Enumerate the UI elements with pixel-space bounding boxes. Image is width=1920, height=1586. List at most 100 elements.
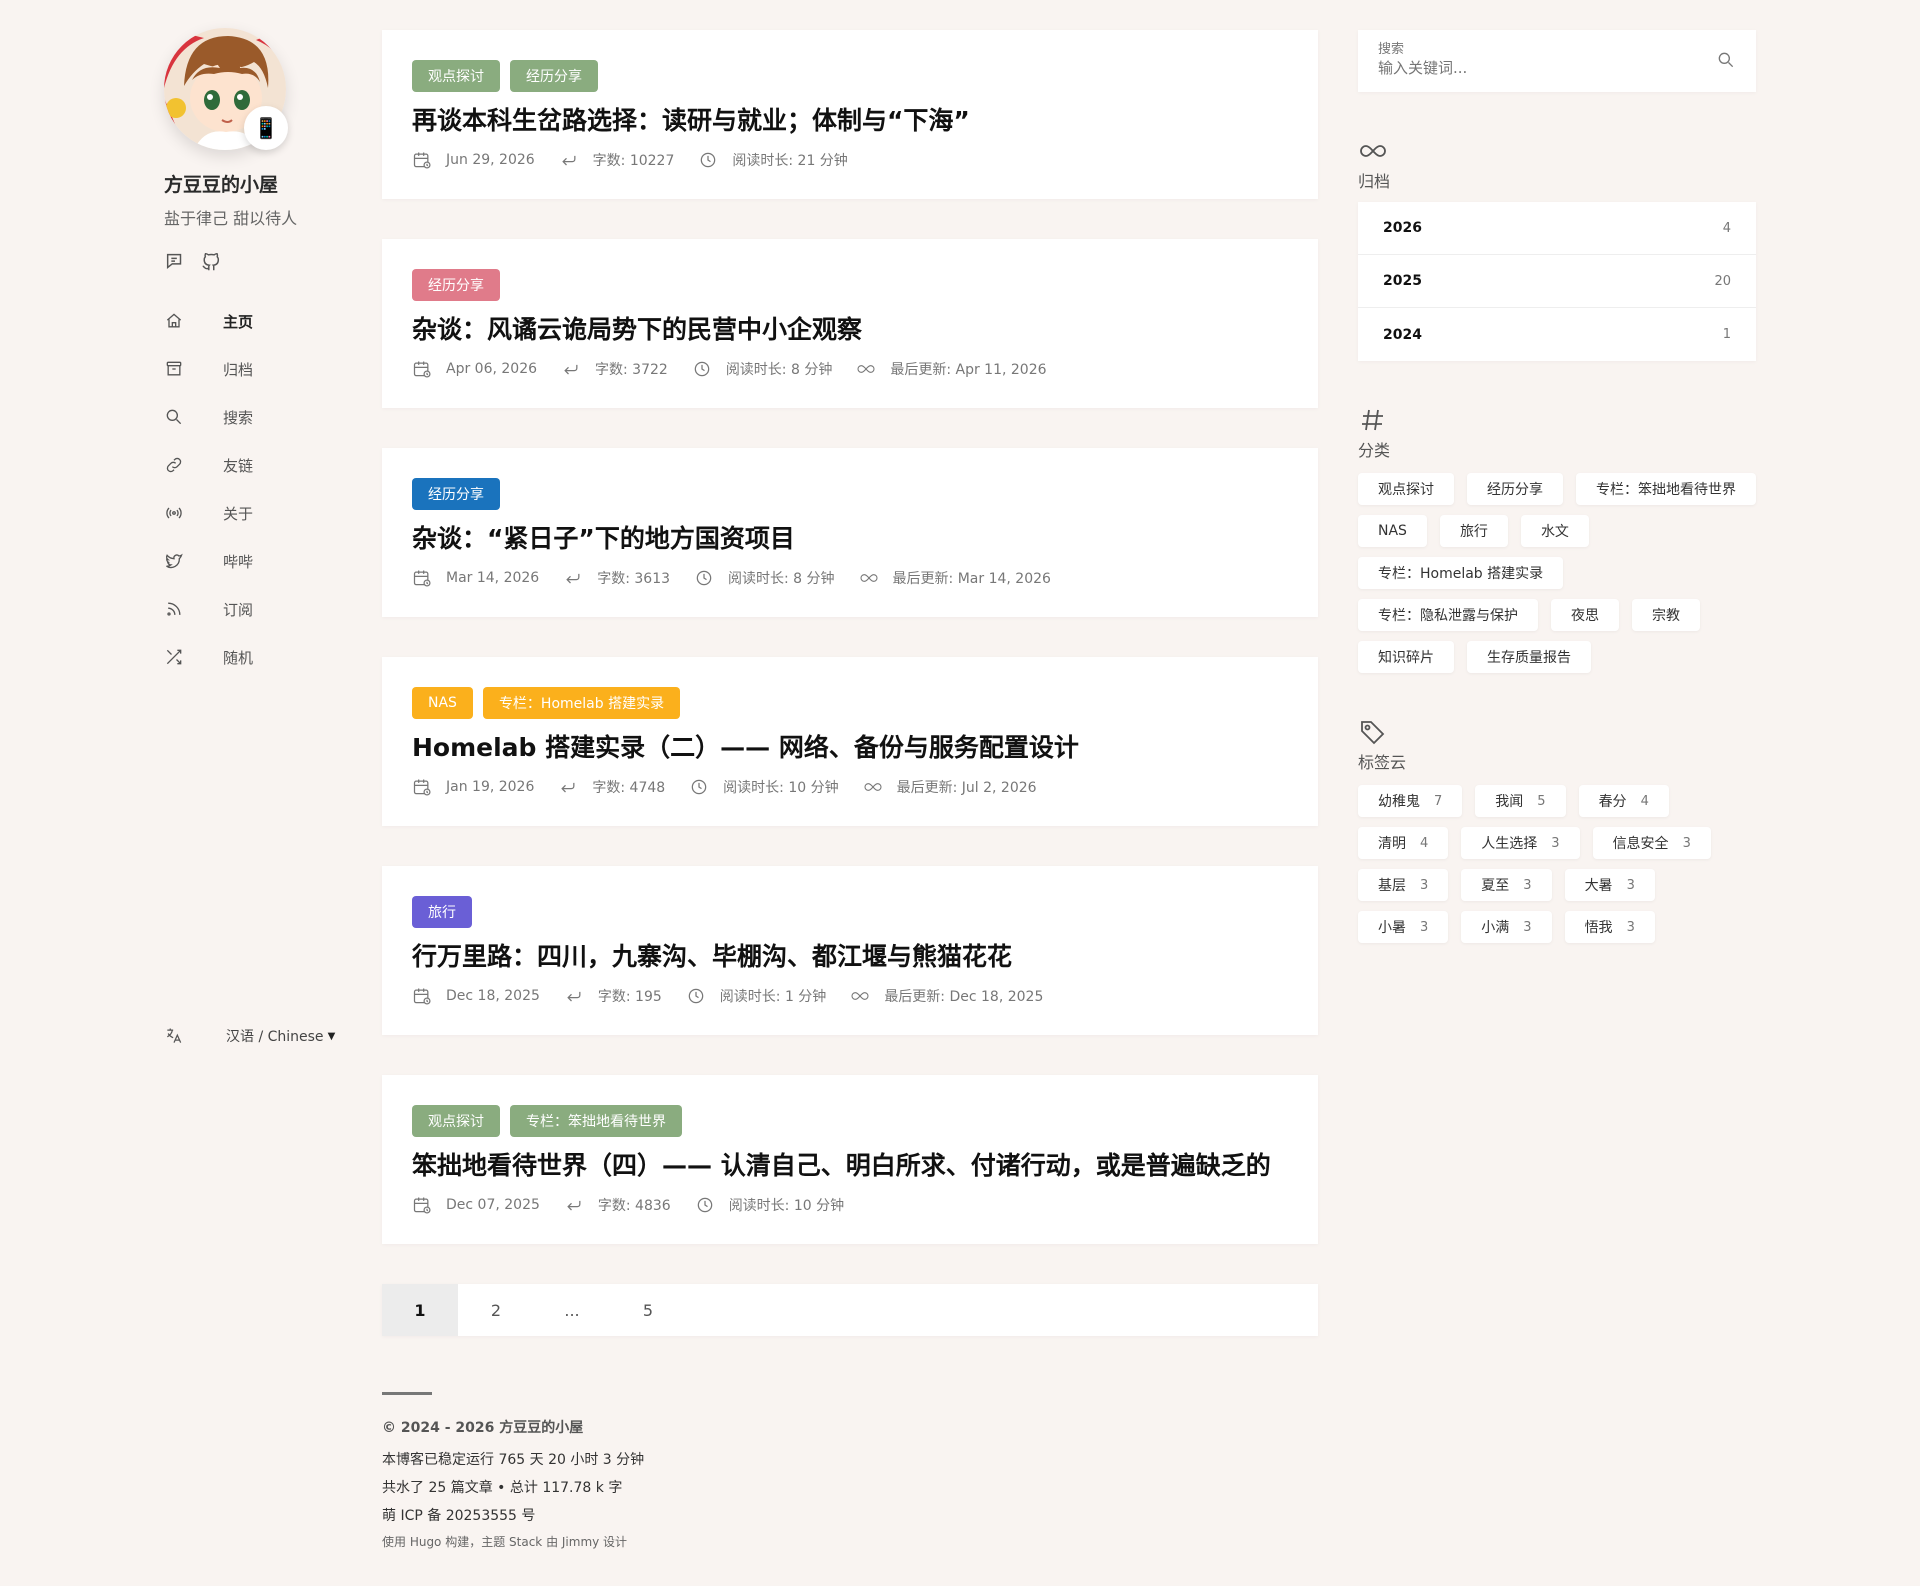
calendar-icon	[413, 570, 431, 587]
post-date-text: Apr 06, 2026	[446, 361, 538, 377]
menu-item-label: 友链	[223, 456, 254, 475]
pagination: 1 2... 5	[382, 1284, 1318, 1336]
menu-item-random[interactable]: 随机	[164, 633, 364, 681]
post-title[interactable]: 杂谈：风谲云诡局势下的民营中小企观察	[412, 313, 1288, 347]
tag-chip[interactable]: 幼稚鬼 7	[1358, 785, 1463, 817]
post-meta: Dec 18, 2025 字数: 195 阅读时长: 1 分钟 最后更新: Dec 1…	[412, 986, 1288, 1006]
tag-chip-count: 3	[1626, 919, 1635, 935]
menu-item-home[interactable]: 主页	[164, 297, 364, 345]
post-title[interactable]: 笨拙地看待世界（四）—— 认清自己、明白所求、付诸行动，或是普遍缺乏的	[412, 1149, 1288, 1183]
post-reading-time-text: 阅读时长: 8 分钟	[725, 362, 833, 378]
tag-chip[interactable]: 信息安全 3	[1592, 827, 1711, 859]
post-date-text: Mar 14, 2026	[446, 570, 540, 586]
category-chip[interactable]: 观点探讨	[1358, 473, 1454, 505]
category-chip[interactable]: 专栏：隐私泄露与保护	[1358, 599, 1538, 631]
post-reading-time: 阅读时长: 1 分钟	[686, 986, 826, 1006]
post-meta: Dec 07, 2025 字数: 4836 阅读时长: 10 分钟	[412, 1195, 1288, 1215]
category-chip[interactable]: 知识碎片	[1358, 641, 1454, 673]
category-chip[interactable]: 旅行	[1439, 515, 1508, 547]
post-title[interactable]: 行万里路：四川，九寨沟、毕棚沟、都江堰与熊猫花花	[412, 940, 1288, 974]
broadcast-icon	[166, 507, 182, 519]
category-tag[interactable]: 经历分享	[510, 60, 598, 92]
post-last-updated-text: 最后更新: Apr 11, 2026	[890, 362, 1047, 378]
category-tag[interactable]: NAS	[412, 687, 473, 719]
menu-item-bibi[interactable]: 哔哔	[164, 537, 364, 585]
menu-item-label: 关于	[223, 504, 254, 523]
menu-item-rss[interactable]: 订阅	[164, 585, 364, 633]
category-chip[interactable]: 生存质量报告	[1467, 641, 1591, 673]
post-last-updated-text: 最后更新: Dec 18, 2025	[884, 989, 1044, 1005]
category-tag[interactable]: 专栏：Homelab 搭建实录	[482, 687, 681, 719]
pagination-page[interactable]: ...	[534, 1284, 610, 1336]
return-icon	[566, 573, 580, 584]
pagination-page[interactable]: 2	[458, 1284, 534, 1336]
category-tag[interactable]: 观点探讨	[412, 1105, 500, 1137]
tag-chip[interactable]: 小满 3	[1461, 911, 1552, 943]
clock-icon	[691, 779, 707, 795]
post-title[interactable]: 杂谈：“紧日子”下的地方国资项目	[412, 522, 1288, 556]
post-word-count-text: 字数: 195	[597, 989, 662, 1005]
tag-chip[interactable]: 基层 3	[1358, 869, 1449, 901]
category-chip[interactable]: 夜思	[1551, 599, 1619, 631]
tag-chip-label: 夏至	[1481, 878, 1510, 894]
calendar-icon	[413, 779, 431, 796]
shuffle-icon	[166, 649, 182, 665]
categories-list: 观点探讨 经历分享 专栏：笨拙地看待世界 NAS 旅行 水文专栏：Homelab 搭建实录…	[1358, 473, 1756, 673]
pagination-page[interactable]: 1	[382, 1284, 458, 1336]
message-icon[interactable]	[164, 251, 186, 273]
return-icon	[567, 991, 581, 1002]
tag-chip[interactable]: 春分 4	[1578, 785, 1669, 817]
category-tag[interactable]: 经历分享	[412, 269, 500, 301]
archive-icon	[166, 361, 182, 376]
post-card: 观点探讨 经历分享 再谈本科生岔路选择：读研与就业；体制与“下海” Jun 29,…	[382, 30, 1318, 199]
tag-chip[interactable]: 小暑 3	[1358, 911, 1449, 943]
category-chip[interactable]: 水文	[1520, 515, 1589, 547]
archive-year-row[interactable]: 2026 4	[1358, 202, 1756, 255]
archive-widget-header: 归档	[1358, 138, 1756, 192]
tag-chip-count: 7	[1434, 793, 1443, 809]
archive-year-row[interactable]: 2024 1	[1358, 308, 1756, 361]
tag-chip[interactable]: 人生选择 3	[1461, 827, 1580, 859]
post-last-updated-text: 最后更新: Jul 2, 2026	[896, 780, 1037, 796]
archive-year-row[interactable]: 2025 20	[1358, 255, 1756, 308]
post-title[interactable]: Homelab 搭建实录（二）—— 网络、备份与服务配置设计	[412, 731, 1288, 765]
category-tag[interactable]: 观点探讨	[412, 60, 500, 92]
post-tags: 观点探讨 经历分享	[412, 60, 1288, 92]
menu-item-search[interactable]: 搜索	[164, 393, 364, 441]
menu-item-archive[interactable]: 归档	[164, 345, 364, 393]
language-selector[interactable]: 汉语 / Chinese ▼	[164, 1026, 335, 1046]
search-icon[interactable]	[1716, 50, 1736, 70]
category-tag[interactable]: 经历分享	[412, 478, 500, 510]
category-chip[interactable]: 经历分享	[1467, 473, 1563, 505]
github-icon[interactable]	[200, 251, 222, 273]
category-chip[interactable]: 专栏：Homelab 搭建实录	[1358, 557, 1564, 589]
infinity-icon	[864, 783, 882, 791]
left-sidebar: 📱 方豆豆的小屋 盐于律己 甜以待人 主页 归档 搜索 友链 关于 哔哔 订阅 …	[164, 28, 364, 681]
pagination-page[interactable]: 5	[610, 1284, 686, 1336]
footer-icp[interactable]: 萌 ICP 备 20253555 号	[382, 1505, 1318, 1525]
category-chip[interactable]: NAS	[1358, 515, 1427, 547]
tag-chip[interactable]: 大暑 3	[1564, 869, 1655, 901]
tag-chip[interactable]: 清明 4	[1358, 827, 1449, 859]
site-name[interactable]: 方豆豆的小屋	[164, 170, 364, 197]
menu-item-about[interactable]: 关于	[164, 489, 364, 537]
return-icon	[567, 1200, 581, 1211]
category-chip[interactable]: 专栏：笨拙地看待世界	[1576, 473, 1756, 505]
post-tags: 旅行	[412, 896, 1288, 928]
tag-chip[interactable]: 悟我 3	[1564, 911, 1655, 943]
category-tag[interactable]: 旅行	[412, 896, 472, 928]
post-title[interactable]: 再谈本科生岔路选择：读研与就业；体制与“下海”	[412, 104, 1288, 138]
search-input[interactable]	[1378, 59, 1698, 77]
category-chip[interactable]: 宗教	[1632, 599, 1700, 631]
post-word-count: 字数: 3613	[563, 568, 670, 588]
post-date: Apr 06, 2026	[412, 359, 537, 379]
tag-chip-label: 大暑	[1584, 878, 1613, 894]
main-menu: 主页 归档 搜索 友链 关于 哔哔 订阅 随机	[164, 297, 364, 681]
tag-chip[interactable]: 夏至 3	[1461, 869, 1552, 901]
tag-chip[interactable]: 我闻 5	[1475, 785, 1566, 817]
menu-item-links[interactable]: 友链	[164, 441, 364, 489]
post-meta: Jan 19, 2026 字数: 4748 阅读时长: 10 分钟 最后更新: Jul…	[412, 777, 1288, 797]
twitter-icon	[165, 553, 183, 569]
post-word-count: 字数: 4836	[564, 1195, 671, 1215]
category-tag[interactable]: 专栏：笨拙地看待世界	[510, 1105, 682, 1137]
